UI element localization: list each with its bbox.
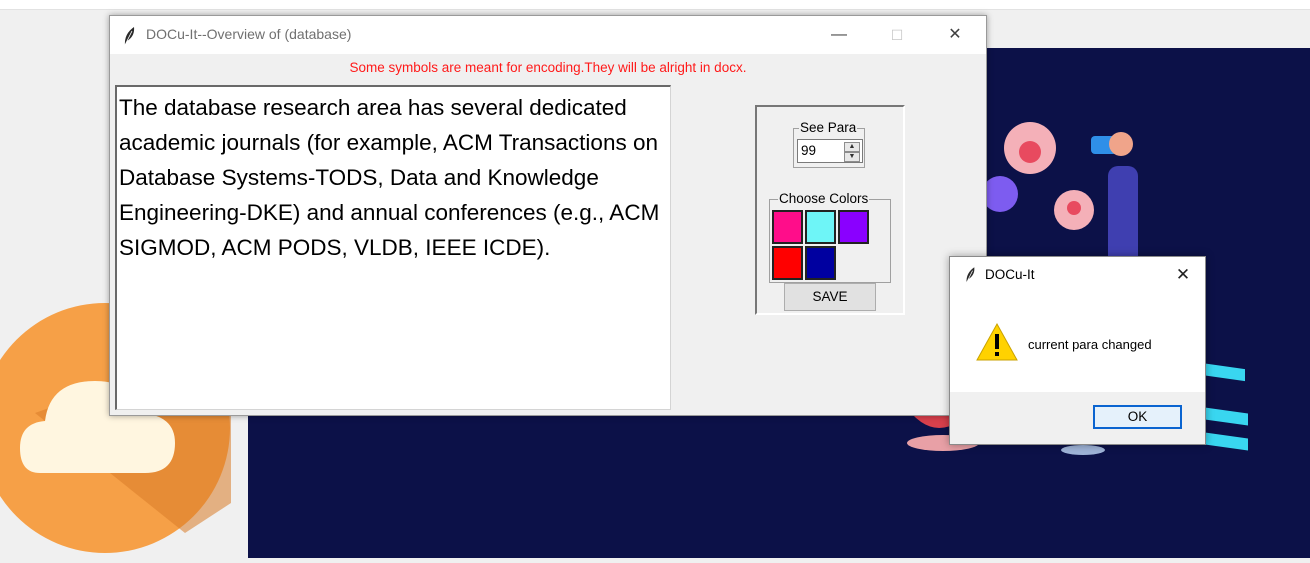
color-swatch-red[interactable] [772,246,803,280]
see-para-label: See Para [799,120,858,135]
color-swatch-cyan[interactable] [805,210,836,244]
spin-down-icon[interactable]: ▼ [844,152,860,162]
color-swatch-pink[interactable] [772,210,803,244]
ok-button[interactable]: OK [1093,405,1182,429]
see-para-value: 99 [801,143,817,158]
controls-panel: See Para 99 ▲ ▼ Choose Colors SAVE [755,105,905,315]
window-title: DOCu-It--Overview of (database) [146,26,352,42]
paragraph-text-area[interactable]: The database research area has several d… [115,85,671,410]
encoding-warning: Some symbols are meant for encoding.They… [349,60,747,75]
title-bar[interactable]: DOCu-It--Overview of (database) — ☐ ✕ [110,16,986,54]
feather-icon [124,27,135,46]
see-para-spinbox[interactable]: 99 ▲ ▼ [797,139,863,163]
paragraph-text: The database research area has several d… [119,95,660,260]
warning-triangle-icon [976,322,1018,361]
choose-colors-frame: Choose Colors [769,191,891,283]
save-button[interactable]: SAVE [784,283,876,311]
dialog-title: DOCu-It [985,267,1035,282]
see-para-frame: See Para 99 ▲ ▼ [793,120,865,168]
minimize-button[interactable]: — [810,16,868,54]
main-window: DOCu-It--Overview of (database) — ☐ ✕ So… [109,15,987,416]
color-swatch-purple[interactable] [838,210,869,244]
color-swatch-navy[interactable] [805,246,836,280]
feather-icon [966,267,975,283]
dialog-close-button[interactable]: ✕ [1161,257,1205,293]
maximize-button[interactable]: ☐ [868,16,926,54]
top-strip [0,0,1310,10]
close-button[interactable]: ✕ [926,16,984,54]
choose-colors-label: Choose Colors [778,191,870,206]
dialog-message: current para changed [1028,337,1152,352]
spin-up-icon[interactable]: ▲ [844,142,860,152]
message-dialog: DOCu-It ✕ current para changed OK [949,256,1206,445]
